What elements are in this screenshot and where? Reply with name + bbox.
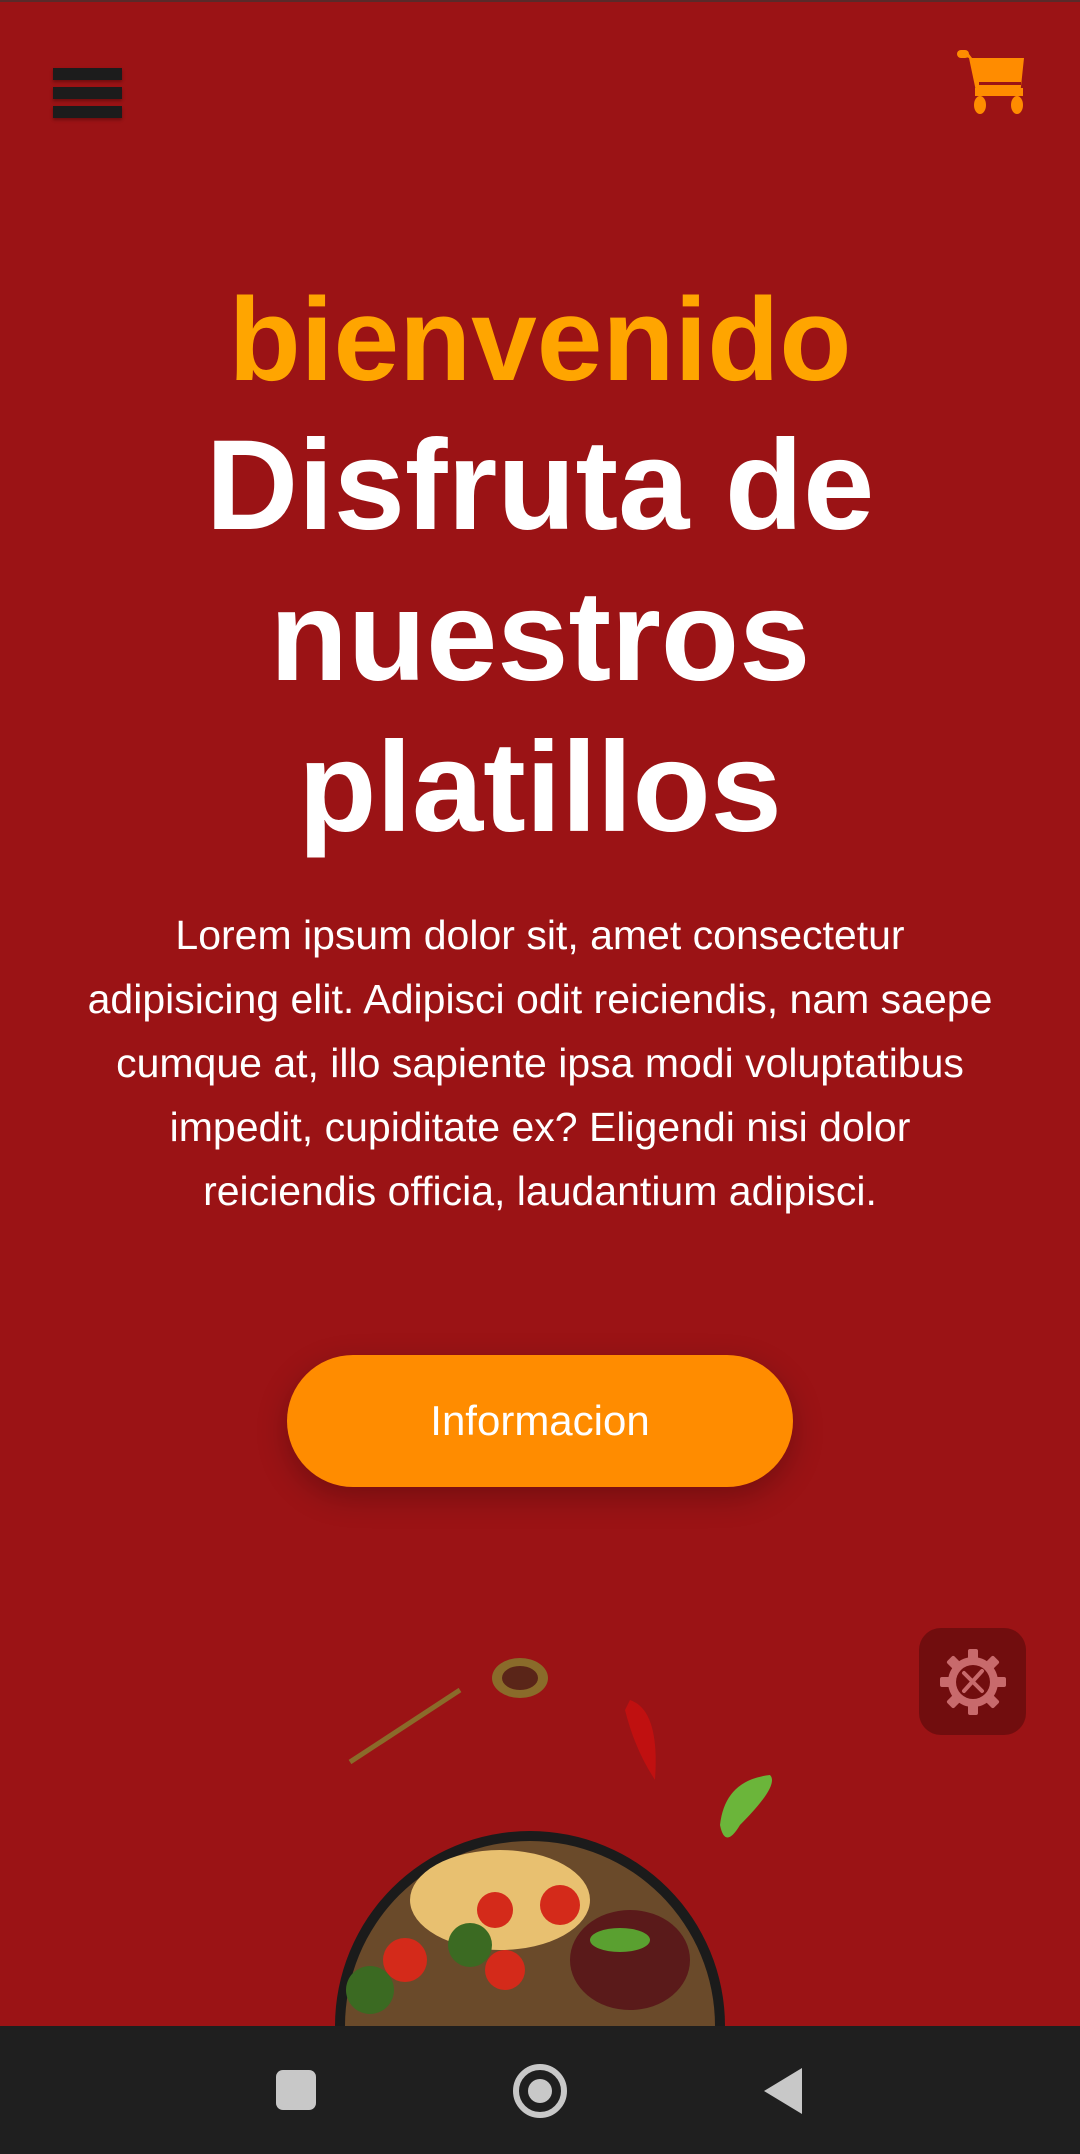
system-navigation-bar: [0, 2026, 1080, 2154]
hero-section: bienvenido Disfruta de nuestros platillo…: [0, 270, 1080, 1223]
back-button[interactable]: [764, 2068, 802, 2114]
welcome-heading: bienvenido: [228, 274, 852, 406]
hamburger-icon: [53, 68, 122, 80]
recents-button[interactable]: [276, 2070, 316, 2110]
menu-button[interactable]: [53, 68, 122, 118]
cart-icon: [957, 50, 1024, 114]
food-image: [330, 1600, 830, 2026]
settings-button[interactable]: [919, 1628, 1026, 1735]
cart-button[interactable]: [955, 50, 1030, 115]
page-title: Disfruta de nuestros platillos: [205, 414, 875, 859]
gear-tools-icon: [939, 1648, 1006, 1715]
informacion-button[interactable]: Informacion: [287, 1355, 793, 1487]
hero-description: Lorem ipsum dolor sit, amet consectetur …: [87, 912, 993, 1214]
status-line: [0, 0, 1080, 2]
home-button[interactable]: [513, 2064, 567, 2118]
